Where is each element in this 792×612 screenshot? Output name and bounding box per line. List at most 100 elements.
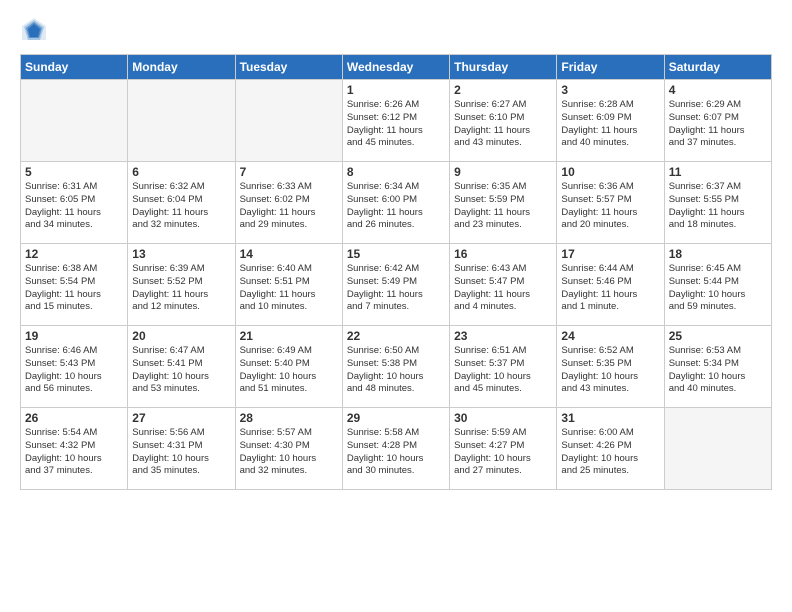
calendar-cell: 3 Sunrise: 6:28 AM Sunset: 6:09 PM Daylig… [557,80,664,162]
day-info: Sunrise: 5:59 AM Sunset: 4:27 PM Dayligh… [454,427,552,478]
calendar-cell: 18 Sunrise: 6:45 AM Sunset: 5:44 PM Dayli… [664,244,771,326]
calendar-week-row: 5 Sunrise: 6:31 AM Sunset: 6:05 PM Daylig… [21,162,772,244]
day-info: Sunrise: 6:38 AM Sunset: 5:54 PM Dayligh… [25,263,123,314]
logo-icon [20,16,48,44]
day-info: Sunrise: 6:32 AM Sunset: 6:04 PM Dayligh… [132,181,230,232]
day-number: 1 [347,83,445,97]
day-number: 27 [132,411,230,425]
weekday-header: Thursday [450,55,557,80]
calendar-cell: 29 Sunrise: 5:58 AM Sunset: 4:28 PM Dayli… [342,408,449,490]
calendar-cell: 19 Sunrise: 6:46 AM Sunset: 5:43 PM Dayli… [21,326,128,408]
day-info: Sunrise: 6:45 AM Sunset: 5:44 PM Dayligh… [669,263,767,314]
day-number: 11 [669,165,767,179]
day-number: 6 [132,165,230,179]
calendar-week-row: 26 Sunrise: 5:54 AM Sunset: 4:32 PM Dayli… [21,408,772,490]
day-info: Sunrise: 6:31 AM Sunset: 6:05 PM Dayligh… [25,181,123,232]
calendar-cell: 7 Sunrise: 6:33 AM Sunset: 6:02 PM Daylig… [235,162,342,244]
day-number: 8 [347,165,445,179]
calendar-cell: 15Sunrise: 6:42 AM Sunset: 5:49 PM Dayli… [342,244,449,326]
calendar-cell: 26 Sunrise: 5:54 AM Sunset: 4:32 PM Dayli… [21,408,128,490]
day-number: 7 [240,165,338,179]
day-number: 16 [454,247,552,261]
calendar-week-row: 19 Sunrise: 6:46 AM Sunset: 5:43 PM Dayli… [21,326,772,408]
weekday-header: Tuesday [235,55,342,80]
calendar: SundayMondayTuesdayWednesdayThursdayFrid… [20,54,772,490]
day-info: Sunrise: 6:44 AM Sunset: 5:46 PM Dayligh… [561,263,659,314]
day-number: 13 [132,247,230,261]
day-info: Sunrise: 6:29 AM Sunset: 6:07 PM Dayligh… [669,99,767,150]
day-info: Sunrise: 6:49 AM Sunset: 5:40 PM Dayligh… [240,345,338,396]
weekday-header: Friday [557,55,664,80]
day-number: 22 [347,329,445,343]
calendar-cell: 30 Sunrise: 5:59 AM Sunset: 4:27 PM Dayli… [450,408,557,490]
calendar-cell: 17 Sunrise: 6:44 AM Sunset: 5:46 PM Dayli… [557,244,664,326]
day-info: Sunrise: 6:51 AM Sunset: 5:37 PM Dayligh… [454,345,552,396]
day-number: 24 [561,329,659,343]
calendar-cell [664,408,771,490]
day-number: 5 [25,165,123,179]
day-info: Sunrise: 6:00 AM Sunset: 4:26 PM Dayligh… [561,427,659,478]
day-number: 4 [669,83,767,97]
day-number: 30 [454,411,552,425]
calendar-cell [21,80,128,162]
calendar-week-row: 1 Sunrise: 6:26 AM Sunset: 6:12 PM Daylig… [21,80,772,162]
day-info: Sunrise: 6:37 AM Sunset: 5:55 PM Dayligh… [669,181,767,232]
day-number: 25 [669,329,767,343]
calendar-cell [128,80,235,162]
day-number: 3 [561,83,659,97]
day-info: Sunrise: 6:26 AM Sunset: 6:12 PM Dayligh… [347,99,445,150]
page-container: SundayMondayTuesdayWednesdayThursdayFrid… [0,0,792,612]
day-info: Sunrise: 5:58 AM Sunset: 4:28 PM Dayligh… [347,427,445,478]
day-number: 10 [561,165,659,179]
day-number: 20 [132,329,230,343]
calendar-cell: 14 Sunrise: 6:40 AM Sunset: 5:51 PM Dayli… [235,244,342,326]
day-info: Sunrise: 6:47 AM Sunset: 5:41 PM Dayligh… [132,345,230,396]
day-number: 19 [25,329,123,343]
day-number: 18 [669,247,767,261]
day-info: Sunrise: 6:35 AM Sunset: 5:59 PM Dayligh… [454,181,552,232]
day-info: Sunrise: 5:54 AM Sunset: 4:32 PM Dayligh… [25,427,123,478]
day-info: Sunrise: 6:40 AM Sunset: 5:51 PM Dayligh… [240,263,338,314]
day-number: 2 [454,83,552,97]
day-info: Sunrise: 5:56 AM Sunset: 4:31 PM Dayligh… [132,427,230,478]
day-number: 12 [25,247,123,261]
calendar-cell: 25 Sunrise: 6:53 AM Sunset: 5:34 PM Dayli… [664,326,771,408]
day-info: Sunrise: 6:53 AM Sunset: 5:34 PM Dayligh… [669,345,767,396]
day-info: Sunrise: 6:28 AM Sunset: 6:09 PM Dayligh… [561,99,659,150]
day-info: Sunrise: 6:42 AM Sunset: 5:49 PM Dayligh… [347,263,445,314]
calendar-cell: 5 Sunrise: 6:31 AM Sunset: 6:05 PM Daylig… [21,162,128,244]
day-info: Sunrise: 6:46 AM Sunset: 5:43 PM Dayligh… [25,345,123,396]
weekday-header: Wednesday [342,55,449,80]
calendar-cell: 11 Sunrise: 6:37 AM Sunset: 5:55 PM Dayli… [664,162,771,244]
calendar-cell: 10 Sunrise: 6:36 AM Sunset: 5:57 PM Dayli… [557,162,664,244]
calendar-cell: 21Sunrise: 6:49 AM Sunset: 5:40 PM Dayli… [235,326,342,408]
calendar-cell: 8 Sunrise: 6:34 AM Sunset: 6:00 PM Daylig… [342,162,449,244]
day-info: Sunrise: 6:33 AM Sunset: 6:02 PM Dayligh… [240,181,338,232]
day-number: 14 [240,247,338,261]
calendar-cell: 1 Sunrise: 6:26 AM Sunset: 6:12 PM Daylig… [342,80,449,162]
day-info: Sunrise: 6:52 AM Sunset: 5:35 PM Dayligh… [561,345,659,396]
calendar-cell: 6 Sunrise: 6:32 AM Sunset: 6:04 PM Daylig… [128,162,235,244]
day-number: 17 [561,247,659,261]
calendar-cell: 27 Sunrise: 5:56 AM Sunset: 4:31 PM Dayli… [128,408,235,490]
weekday-header: Sunday [21,55,128,80]
day-info: Sunrise: 5:57 AM Sunset: 4:30 PM Dayligh… [240,427,338,478]
logo [20,16,52,44]
day-number: 29 [347,411,445,425]
day-number: 23 [454,329,552,343]
calendar-cell: 2Sunrise: 6:27 AM Sunset: 6:10 PM Daylig… [450,80,557,162]
day-info: Sunrise: 6:34 AM Sunset: 6:00 PM Dayligh… [347,181,445,232]
calendar-week-row: 12 Sunrise: 6:38 AM Sunset: 5:54 PM Dayli… [21,244,772,326]
day-info: Sunrise: 6:50 AM Sunset: 5:38 PM Dayligh… [347,345,445,396]
header [20,16,772,44]
calendar-cell: 4 Sunrise: 6:29 AM Sunset: 6:07 PM Daylig… [664,80,771,162]
weekday-header: Monday [128,55,235,80]
calendar-cell: 13Sunrise: 6:39 AM Sunset: 5:52 PM Dayli… [128,244,235,326]
day-number: 26 [25,411,123,425]
weekday-header: Saturday [664,55,771,80]
calendar-cell: 24 Sunrise: 6:52 AM Sunset: 5:35 PM Dayli… [557,326,664,408]
day-info: Sunrise: 6:36 AM Sunset: 5:57 PM Dayligh… [561,181,659,232]
calendar-cell [235,80,342,162]
day-info: Sunrise: 6:43 AM Sunset: 5:47 PM Dayligh… [454,263,552,314]
calendar-cell: 16 Sunrise: 6:43 AM Sunset: 5:47 PM Dayli… [450,244,557,326]
